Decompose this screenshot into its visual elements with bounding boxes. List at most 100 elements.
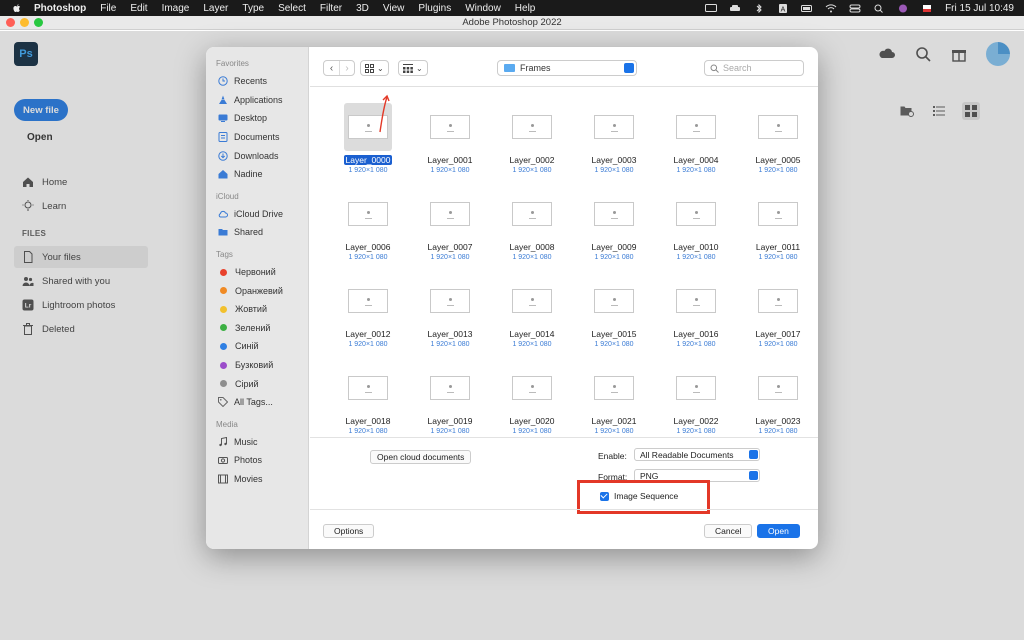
menu-select[interactable]: Select [278, 3, 306, 14]
control-center-icon[interactable] [849, 4, 861, 13]
sidebar-item-shared[interactable]: Shared [206, 223, 308, 242]
sidebar-item-desktop[interactable]: Desktop [206, 109, 308, 128]
file-item[interactable]: Layer_0020 1 920×1 080 [494, 364, 570, 435]
cancel-button[interactable]: Cancel [704, 524, 753, 538]
group-button[interactable]: ⌄ [398, 60, 428, 76]
search-input[interactable] [723, 63, 801, 73]
menu-type[interactable]: Type [242, 3, 264, 14]
file-item[interactable]: Layer_0021 1 920×1 080 [576, 364, 652, 435]
siri-icon[interactable] [897, 4, 909, 13]
file-item[interactable]: Layer_0001 1 920×1 080 [412, 103, 488, 174]
tag-label: Оранжевий [235, 285, 283, 296]
file-name: Layer_0013 [427, 329, 473, 339]
sidebar-item-downloads[interactable]: Downloads [206, 146, 308, 165]
file-item[interactable]: Layer_0011 1 920×1 080 [740, 190, 816, 261]
file-item[interactable]: Layer_0010 1 920×1 080 [658, 190, 734, 261]
file-item[interactable]: Layer_0014 1 920×1 080 [494, 277, 570, 348]
tag-yellow[interactable]: Жовтий [206, 300, 308, 319]
icon-view-button[interactable]: ⌄ [360, 60, 389, 76]
menu-image[interactable]: Image [162, 3, 190, 14]
image-file-icon [758, 289, 798, 313]
music-icon [219, 436, 227, 446]
file-item[interactable]: Layer_0008 1 920×1 080 [494, 190, 570, 261]
file-item[interactable]: Layer_0016 1 920×1 080 [658, 277, 734, 348]
file-name: Layer_0020 [509, 416, 555, 426]
apple-icon[interactable] [12, 3, 22, 13]
open-cloud-documents-button[interactable]: Open cloud documents [370, 450, 472, 464]
file-item[interactable]: Layer_0005 1 920×1 080 [740, 103, 816, 174]
menu-file[interactable]: File [100, 3, 116, 14]
menu-help[interactable]: Help [515, 3, 536, 14]
file-item[interactable]: Layer_0004 1 920×1 080 [658, 103, 734, 174]
file-item[interactable]: Layer_0013 1 920×1 080 [412, 277, 488, 348]
sidebar-item-nadine[interactable]: Nadine [206, 165, 308, 184]
tag-blue[interactable]: Синій [206, 337, 308, 356]
search-field[interactable] [704, 60, 804, 76]
file-item[interactable]: Layer_0006 1 920×1 080 [330, 190, 406, 261]
sidebar-item-music[interactable]: Music [206, 433, 308, 452]
close-window-button[interactable] [6, 18, 15, 27]
tag-purple[interactable]: Бузковий [206, 356, 308, 375]
wifi-icon[interactable] [825, 3, 837, 13]
file-item[interactable]: Layer_0022 1 920×1 080 [658, 364, 734, 435]
back-button[interactable]: ‹ [324, 61, 339, 75]
file-item[interactable]: Layer_0003 1 920×1 080 [576, 103, 652, 174]
tag-dot-icon [220, 268, 227, 276]
sidebar-item-photos[interactable]: Photos [206, 451, 308, 470]
tag-gray[interactable]: Сірий [206, 374, 308, 393]
sidebar-item-applications[interactable]: Applications [206, 91, 308, 110]
file-item[interactable]: Layer_0019 1 920×1 080 [412, 364, 488, 435]
image-file-icon [512, 115, 552, 139]
desktop-icon [218, 114, 228, 123]
minimize-window-button[interactable] [20, 18, 29, 27]
file-item[interactable]: Layer_0009 1 920×1 080 [576, 190, 652, 261]
file-item[interactable]: Layer_0000 1 920×1 080 [330, 103, 406, 174]
sidebar-item-icloud-drive[interactable]: iCloud Drive [206, 205, 308, 224]
file-thumbnail [672, 364, 720, 412]
file-item[interactable]: Layer_0017 1 920×1 080 [740, 277, 816, 348]
menu-photoshop[interactable]: Photoshop [34, 3, 86, 14]
enable-select[interactable]: All Readable Documents [634, 448, 760, 461]
file-item[interactable]: Layer_0002 1 920×1 080 [494, 103, 570, 174]
sidebar-item-recents[interactable]: Recents [206, 72, 308, 91]
menu-window[interactable]: Window [465, 3, 501, 14]
input-source-icon[interactable]: A [777, 3, 789, 13]
tag-red[interactable]: Червоний [206, 263, 308, 282]
tag-green[interactable]: Зелений [206, 319, 308, 338]
flag-icon[interactable] [921, 4, 933, 13]
open-dialog-button[interactable]: Open [757, 524, 800, 538]
file-thumbnail [590, 277, 638, 325]
menu-edit[interactable]: Edit [130, 3, 147, 14]
sidebar-item-documents[interactable]: Documents [206, 128, 308, 147]
file-item[interactable]: Layer_0015 1 920×1 080 [576, 277, 652, 348]
all-tags[interactable]: All Tags... [206, 393, 308, 412]
battery-icon[interactable] [801, 4, 813, 13]
menu-plugins[interactable]: Plugins [418, 3, 451, 14]
menu-filter[interactable]: Filter [320, 3, 342, 14]
sidebar-item-movies[interactable]: Movies [206, 470, 308, 489]
file-thumbnail [508, 103, 556, 151]
sidebar-item-label: Recents [234, 76, 268, 87]
options-button[interactable]: Options [323, 524, 375, 538]
file-item[interactable]: Layer_0023 1 920×1 080 [740, 364, 816, 435]
menu-layer[interactable]: Layer [203, 3, 228, 14]
tag-orange[interactable]: Оранжевий [206, 281, 308, 300]
zoom-window-button[interactable] [34, 18, 43, 27]
file-item[interactable]: Layer_0018 1 920×1 080 [330, 364, 406, 435]
bluetooth-icon[interactable] [753, 3, 765, 13]
spotlight-icon[interactable] [873, 4, 885, 13]
file-item[interactable]: Layer_0012 1 920×1 080 [330, 277, 406, 348]
file-thumbnail [508, 364, 556, 412]
clock[interactable]: Fri 15 Jul 10:49 [945, 3, 1014, 14]
car-icon[interactable] [729, 4, 741, 13]
menu-view[interactable]: View [383, 3, 405, 14]
display-icon[interactable] [705, 3, 718, 13]
file-dimensions: 1 920×1 080 [430, 428, 470, 435]
file-dimensions: 1 920×1 080 [676, 167, 716, 174]
menu-3d[interactable]: 3D [356, 3, 369, 14]
file-item[interactable]: Layer_0007 1 920×1 080 [412, 190, 488, 261]
folder-path-select[interactable]: Frames [497, 60, 637, 76]
file-thumbnail [754, 364, 802, 412]
forward-button[interactable]: › [339, 61, 354, 75]
chevron-down-icon: ⌄ [416, 63, 423, 73]
